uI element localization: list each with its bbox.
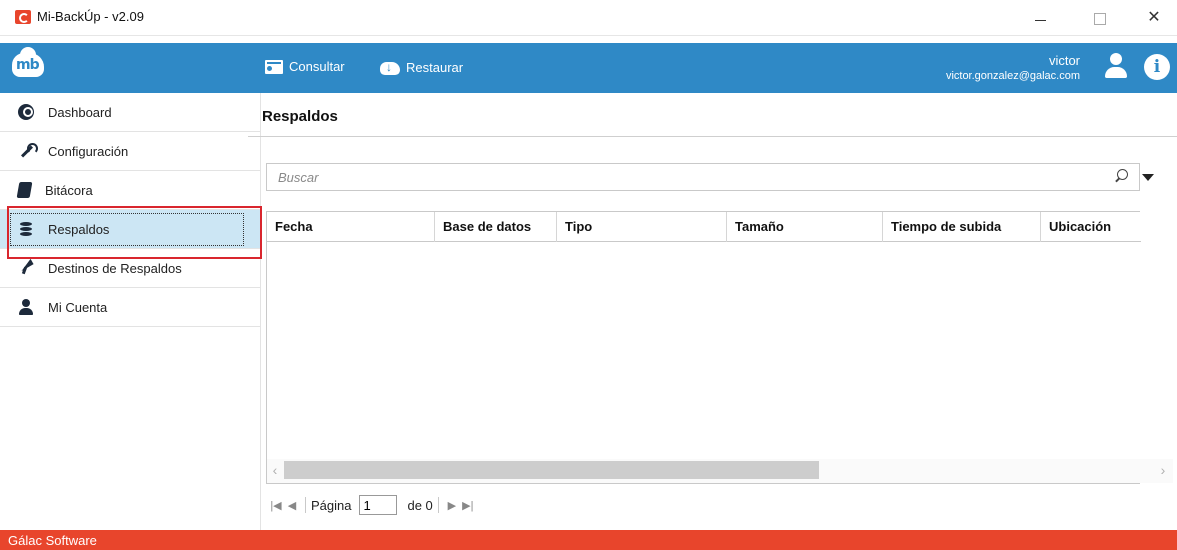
minimize-button[interactable] <box>1017 6 1063 30</box>
book-icon <box>16 182 33 198</box>
sidebar-item-label: Configuración <box>48 143 129 159</box>
last-page-icon[interactable]: ▶| <box>460 499 476 512</box>
table-header: Fecha Base de datos Tipo Tamaño Tiempo d… <box>267 212 1141 242</box>
user-name: victor <box>1048 53 1080 68</box>
column-header-tamano[interactable]: Tamaño <box>727 212 883 242</box>
cloud-download-icon <box>380 59 400 75</box>
sidebar-item-label: Respaldos <box>48 221 110 237</box>
app-logo-icon <box>15 10 31 24</box>
wrench-icon <box>18 143 38 159</box>
user-email: victor.gonzalez@galac.com <box>945 70 1080 82</box>
status-text: Gálac Software <box>8 533 97 548</box>
sidebar-item-respaldos[interactable]: Respaldos <box>0 210 261 249</box>
page-number-input[interactable] <box>359 495 398 515</box>
divider <box>248 136 1177 137</box>
sidebar-item-dashboard[interactable]: Dashboard <box>0 93 261 132</box>
sidebar-item-label: Dashboard <box>48 104 112 120</box>
sidebar-item-label: Destinos de Respaldos <box>48 260 182 276</box>
search-box <box>266 163 1140 191</box>
scrollbar-thumb[interactable] <box>284 461 819 479</box>
next-page-icon[interactable]: ▶ <box>444 499 460 512</box>
search-icon[interactable] <box>1113 168 1129 186</box>
sidebar-item-configuracion[interactable]: Configuración <box>0 132 261 171</box>
user-avatar-icon[interactable] <box>1105 53 1127 79</box>
column-header-fecha[interactable]: Fecha <box>267 212 435 242</box>
horizontal-scrollbar[interactable]: ‹ › <box>267 459 1173 483</box>
brand-text: mb <box>16 57 40 73</box>
column-header-tipo[interactable]: Tipo <box>557 212 727 242</box>
database-icon <box>18 221 34 237</box>
consultar-button[interactable]: Consultar <box>265 59 345 74</box>
page-count-label: de 0 <box>407 497 433 513</box>
maximize-button[interactable] <box>1077 6 1123 30</box>
sidebar: Dashboard Configuración Bitácora Respald… <box>0 93 261 530</box>
previous-page-icon[interactable]: ◀ <box>284 499 300 512</box>
divider <box>305 497 306 513</box>
status-bar: Gálac Software <box>0 530 1177 550</box>
dashboard-icon <box>18 104 34 120</box>
list-icon <box>265 59 283 74</box>
column-header-base-de-datos[interactable]: Base de datos <box>435 212 557 242</box>
consultar-label: Consultar <box>289 59 345 74</box>
brand-logo: mb <box>0 43 247 93</box>
scroll-right-icon[interactable]: › <box>1155 459 1171 483</box>
info-icon[interactable]: i <box>1144 54 1170 80</box>
column-header-ubicacion[interactable]: Ubicación <box>1041 212 1141 242</box>
sidebar-item-mi-cuenta[interactable]: Mi Cuenta <box>0 288 261 327</box>
restaurar-button[interactable]: Restaurar <box>380 59 463 75</box>
search-input[interactable] <box>267 164 1107 190</box>
page-label: Página <box>311 497 352 513</box>
backups-table: Fecha Base de datos Tipo Tamaño Tiempo d… <box>266 211 1141 484</box>
user-icon <box>18 299 34 315</box>
page-title: Respaldos <box>262 108 338 125</box>
pager: |◀ ◀ Página de 0 ▶ ▶| <box>268 494 476 516</box>
sidebar-item-destinos[interactable]: Destinos de Respaldos <box>0 249 261 288</box>
restaurar-label: Restaurar <box>406 59 464 75</box>
close-button[interactable]: ✕ <box>1131 6 1177 30</box>
divider <box>437 497 439 513</box>
first-page-icon[interactable]: |◀ <box>268 499 284 512</box>
app-header: mb Consultar Restaurar victor victor.gon… <box>0 43 1177 93</box>
sidebar-item-bitacora[interactable]: Bitácora <box>0 171 261 210</box>
scroll-left-icon[interactable]: ‹ <box>267 459 283 483</box>
column-header-tiempo-de-subida[interactable]: Tiempo de subida <box>883 212 1041 242</box>
location-arrow-icon <box>18 260 34 276</box>
chevron-down-icon[interactable] <box>1142 174 1154 181</box>
window-title: Mi-BackÚp - v2.09 <box>37 9 144 24</box>
sidebar-item-label: Mi Cuenta <box>48 299 108 315</box>
window-titlebar: Mi-BackÚp - v2.09 ✕ <box>0 0 1177 36</box>
sidebar-item-label: Bitácora <box>45 182 93 198</box>
